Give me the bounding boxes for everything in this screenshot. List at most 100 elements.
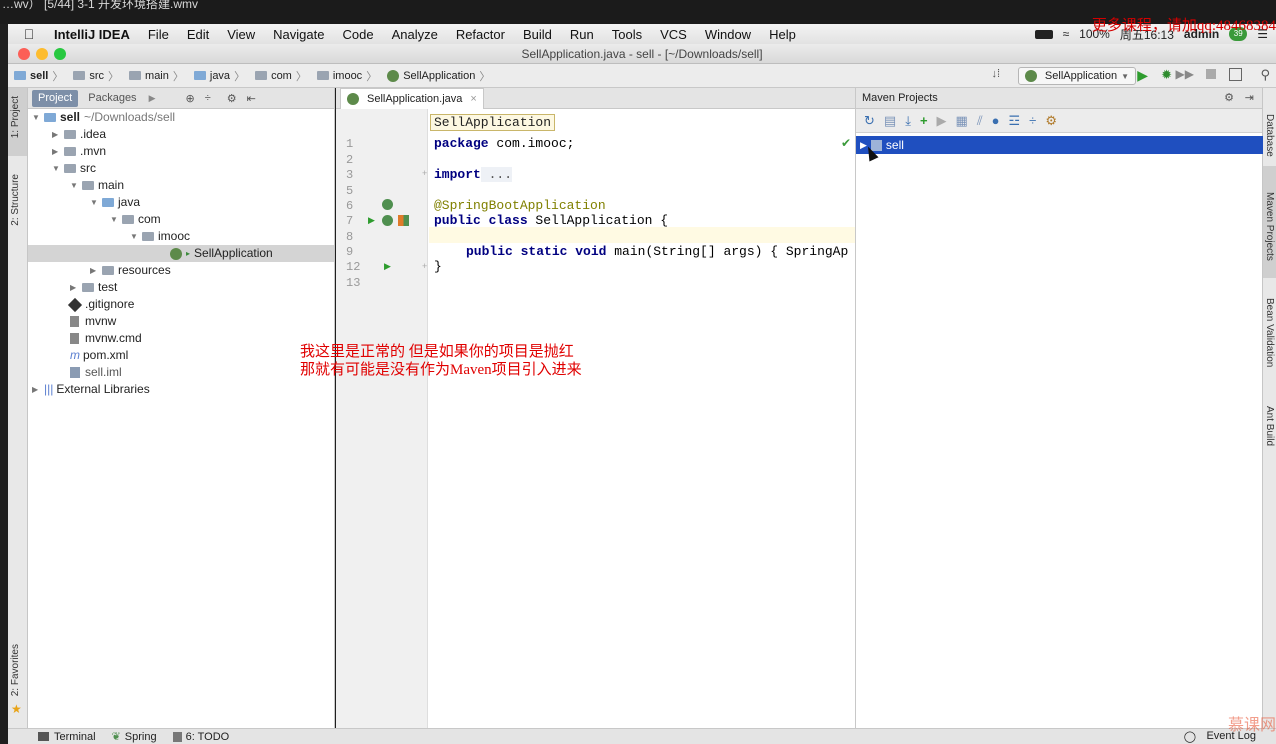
maven-project-row[interactable]: ▶ sell (856, 136, 1263, 154)
tree-node-sell[interactable]: ▼ sell ~/Downloads/sell (32, 109, 175, 126)
apple-icon[interactable]:  (16, 26, 42, 42)
tab-event-log[interactable]: Event Log (1206, 730, 1256, 742)
run-config-select[interactable]: SellApplication ▼ (1017, 67, 1136, 85)
tab-todo[interactable]: 6: TODO (186, 731, 230, 743)
battery-icon[interactable] (1034, 29, 1053, 39)
component-icon[interactable] (398, 215, 409, 226)
crumb-com[interactable]: com 〉 (249, 68, 311, 84)
menu-refactor[interactable]: Refactor (447, 27, 514, 42)
tree-node-com[interactable]: ▼ com (110, 211, 161, 228)
code-line-7[interactable]: public class SellApplication { (434, 213, 668, 228)
crumb-sellapplication[interactable]: SellApplication 〉 (381, 68, 494, 84)
fold-icon[interactable]: + (422, 261, 427, 271)
run-goal-icon[interactable]: ▶ (937, 113, 947, 129)
menu-file[interactable]: File (139, 27, 178, 42)
tool-tab-ant-build[interactable]: Ant Build (1264, 406, 1275, 446)
show-dependencies-icon[interactable]: ☲ (1009, 113, 1021, 129)
tree-node-mvnw-cmd[interactable]: mvnw.cmd (70, 330, 142, 347)
tab-spring[interactable]: Spring (125, 731, 169, 743)
crumb-src[interactable]: src 〉 (67, 68, 123, 84)
locate-icon[interactable]: ⊕ (185, 92, 194, 105)
tool-tab-maven[interactable]: Maven Projects (1264, 192, 1275, 261)
sort-icon[interactable]: ↓⁞ (991, 68, 1000, 80)
download-icon[interactable]: ⤓ (905, 113, 911, 129)
tree-node-gitignore[interactable]: .gitignore (67, 296, 134, 313)
tool-tab-database[interactable]: Database (1264, 114, 1275, 157)
tab-packages[interactable]: Packages (82, 90, 142, 107)
menu-code[interactable]: Code (333, 27, 382, 42)
hide-panel-icon[interactable]: ⇥ (1245, 91, 1254, 104)
editor-tab-sellapplication[interactable]: SellApplication.java × (340, 88, 484, 109)
panel-more-icon[interactable]: ▶ (149, 93, 156, 104)
hide-panel-icon[interactable]: ⇤ (247, 92, 256, 105)
editor-gutter: 1 2 3 5 6 7 8 9 12 13 ▶ ▶ + + (336, 109, 428, 728)
tree-node-idea[interactable]: ▶ .idea (52, 126, 106, 143)
tree-node-external-libraries[interactable]: ▶ ||| External Libraries (32, 381, 150, 398)
menu-tools[interactable]: Tools (603, 27, 651, 42)
run-gutter-icon[interactable]: ▶ (368, 215, 375, 226)
tab-project[interactable]: Project (32, 89, 79, 107)
generate-sources-icon[interactable]: ▤ (884, 113, 896, 129)
settings-icon[interactable]: ⚙ (1045, 113, 1057, 129)
code-line-3[interactable]: import ... (434, 167, 513, 182)
search-icon[interactable]: ⚲ (1260, 67, 1270, 83)
gear-icon[interactable]: ⚙ (227, 92, 237, 105)
menu-build[interactable]: Build (514, 27, 561, 42)
collapse-icon[interactable]: ÷ (205, 92, 211, 104)
coverage-icon[interactable]: ▶▶ (1176, 67, 1194, 81)
spring-bean-icon[interactable] (382, 199, 393, 210)
code-line-12[interactable]: } (434, 259, 442, 274)
code-line-1[interactable]: package com.imooc; (434, 136, 574, 151)
menu-view[interactable]: View (218, 27, 264, 42)
tree-node-sellapplication[interactable]: ▸ SellApplication (28, 245, 334, 262)
spring-bean-icon[interactable] (382, 215, 393, 226)
tool-tab-favorites[interactable]: 2: Favorites (10, 644, 21, 696)
collapse-all-icon[interactable]: ÷ (1029, 113, 1036, 128)
line-number: 1 (346, 137, 354, 151)
menu-edit[interactable]: Edit (178, 27, 218, 42)
tree-node-sell-iml[interactable]: sell.iml (70, 364, 122, 381)
stop-icon[interactable] (1206, 69, 1216, 79)
menu-analyze[interactable]: Analyze (383, 27, 447, 42)
execute-icon[interactable]: ▦ (956, 113, 968, 129)
menu-vcs[interactable]: VCS (651, 27, 696, 42)
tree-node-pom[interactable]: m pom.xml (70, 347, 128, 364)
menu-run[interactable]: Run (561, 27, 603, 42)
tool-tab-structure[interactable]: 2: Structure (10, 174, 21, 226)
crumb-imooc[interactable]: imooc 〉 (311, 68, 381, 84)
tree-node-java[interactable]: ▼ java (90, 194, 140, 211)
gear-icon[interactable]: ⚙ (1224, 91, 1234, 104)
wifi-icon[interactable]: ≈ (1063, 27, 1070, 41)
tree-node-test[interactable]: ▶ test (70, 279, 117, 296)
tree-node-mvn[interactable]: ▶ .mvn (52, 143, 106, 160)
crumb-main[interactable]: main 〉 (123, 68, 188, 84)
overlay-annotation: 我这里是正常的 但是如果你的项目是抛红 那就有可能是没有作为Maven项目引入进… (300, 343, 582, 379)
tree-node-main[interactable]: ▼ main (70, 177, 124, 194)
expand-arrow-icon[interactable]: ▼ (32, 109, 44, 126)
skip-tests-icon[interactable]: ● (992, 113, 1000, 128)
project-structure-icon[interactable] (1229, 68, 1242, 81)
toggle-offline-icon[interactable]: ⫽ (977, 113, 983, 129)
tree-node-mvnw[interactable]: mvnw (70, 313, 116, 330)
tree-node-src[interactable]: ▼ src (52, 160, 96, 177)
crumb-sell[interactable]: sell 〉 (8, 68, 67, 84)
tree-node-imooc[interactable]: ▼ imooc (130, 228, 190, 245)
menu-help[interactable]: Help (760, 27, 805, 42)
add-icon[interactable]: + (920, 113, 928, 128)
run-icon[interactable]: ▶ (1137, 67, 1148, 84)
tree-node-resources[interactable]: ▶ resources (90, 262, 171, 279)
crumb-java[interactable]: java 〉 (188, 68, 249, 84)
maven-toolbar: ↻ ▤ ⤓ + ▶ ▦ ⫽ ● ☲ ÷ ⚙ (856, 109, 1262, 133)
code-line-9[interactable]: public static void main(String[] args) {… (466, 244, 848, 259)
fold-icon[interactable]: + (422, 168, 427, 178)
close-tab-icon[interactable]: × (470, 93, 476, 105)
reimport-icon[interactable]: ↻ (864, 113, 875, 129)
code-line-6[interactable]: @SpringBootApplication (434, 198, 606, 213)
run-gutter-icon[interactable]: ▶ (384, 261, 391, 272)
tool-tab-bean-validation[interactable]: Bean Validation (1264, 298, 1275, 367)
menu-window[interactable]: Window (696, 27, 760, 42)
menu-navigate[interactable]: Navigate (264, 27, 333, 42)
debug-icon[interactable]: ✹ (1161, 67, 1172, 83)
menu-app-name[interactable]: IntelliJ IDEA (42, 27, 139, 42)
tool-tab-project[interactable]: 1: Project (10, 96, 21, 138)
